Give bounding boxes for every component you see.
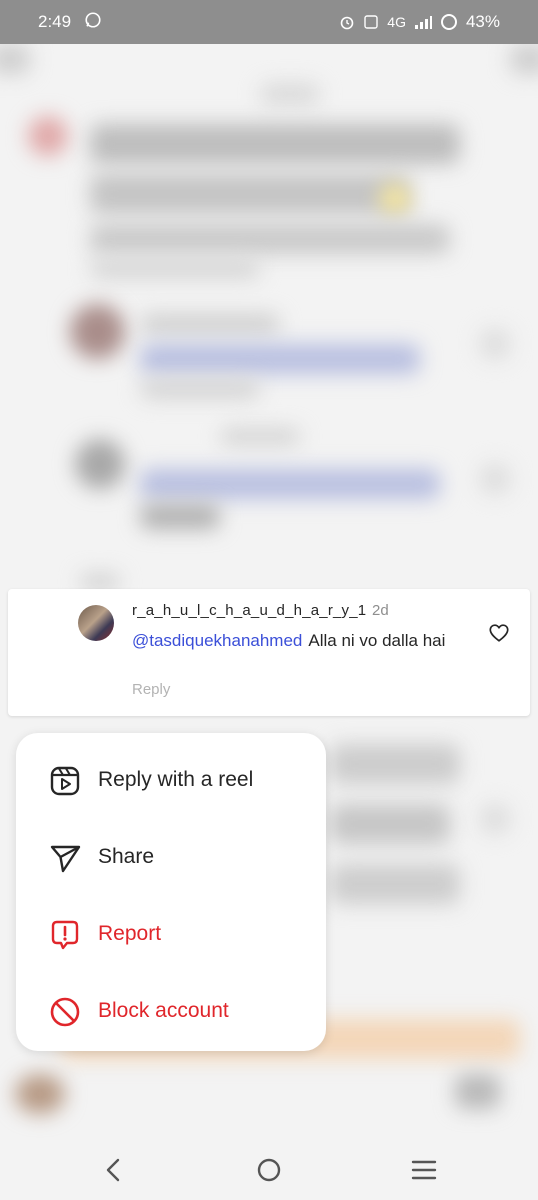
menu-item-share[interactable]: Share xyxy=(16,816,326,893)
menu-item-label: Share xyxy=(98,845,155,868)
menu-icon[interactable] xyxy=(408,1154,440,1186)
status-icons: 4G 43% xyxy=(339,12,500,32)
back-icon[interactable] xyxy=(98,1154,130,1186)
menu-item-label: Block account xyxy=(98,999,229,1022)
report-icon xyxy=(51,920,79,950)
network-type: 4G xyxy=(387,14,406,30)
comment-text: @tasdiquekhanahmed Alla ni vo dalla hai xyxy=(132,630,452,652)
menu-item-label: Reply with a reel xyxy=(98,768,254,791)
send-icon xyxy=(50,845,81,873)
comment-options-menu: Reply with a reel Share Report Block acc… xyxy=(16,733,326,1051)
menu-item-report[interactable]: Report xyxy=(16,893,326,970)
signal-icon xyxy=(414,16,432,29)
status-time: 2:49 xyxy=(38,12,72,31)
comment-username[interactable]: r_a_h_u_l_c_h_a_u_d_h_a_r_y_1 xyxy=(132,602,366,619)
battery-percent: 43% xyxy=(465,12,500,31)
battery-icon xyxy=(440,14,457,30)
block-icon xyxy=(50,997,80,1027)
menu-item-block-account[interactable]: Block account xyxy=(16,970,326,1047)
reply-button[interactable]: Reply xyxy=(132,681,170,698)
reels-icon xyxy=(50,766,80,796)
menu-item-reply-with-reel[interactable]: Reply with a reel xyxy=(16,739,326,816)
whatsapp-icon xyxy=(85,12,101,28)
heart-icon[interactable] xyxy=(488,622,510,644)
home-icon[interactable] xyxy=(253,1154,285,1186)
comment-mention[interactable]: @tasdiquekhanahmed xyxy=(132,631,302,650)
comment-body: Alla ni vo dalla hai xyxy=(308,631,446,650)
system-nav-bar xyxy=(0,1140,538,1200)
avatar[interactable] xyxy=(78,605,114,641)
comment-time: 2d xyxy=(372,602,389,619)
status-bar: 2:49 4G 43% xyxy=(0,0,538,44)
volte-icon xyxy=(364,15,378,29)
alarm-icon xyxy=(340,16,354,30)
menu-item-label: Report xyxy=(98,922,162,945)
